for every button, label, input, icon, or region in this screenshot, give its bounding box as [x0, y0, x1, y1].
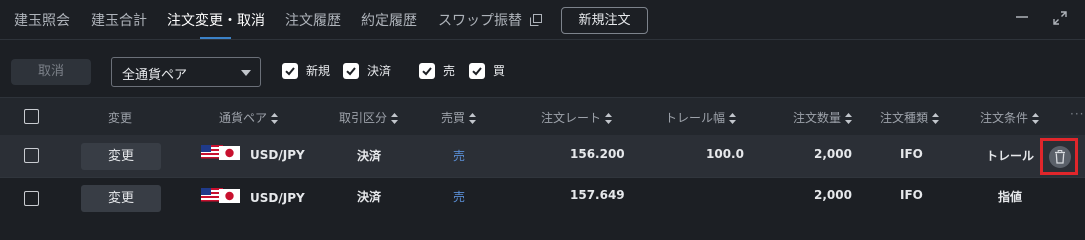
condition-cell: トレール	[986, 149, 1035, 163]
column-header-side[interactable]: 売買	[441, 109, 477, 126]
side-cell: 売	[453, 190, 466, 204]
table-row[interactable]: 変更 USD/JPY 決済 売 157.649 2,000 IFO 指値	[0, 177, 1085, 220]
currency-pair-select[interactable]: 全通貨ペア	[111, 57, 261, 87]
filter-label: 新規	[306, 64, 331, 78]
pair-cell: USD/JPY	[250, 148, 305, 162]
sort-icon	[391, 113, 399, 124]
delete-highlight	[1040, 138, 1078, 175]
usd-jpy-flag-icon	[201, 145, 240, 160]
quantity-cell: 2,000	[814, 147, 852, 161]
active-tab-indicator	[200, 37, 231, 39]
trade-type-cell: 決済	[357, 190, 382, 204]
sort-icon	[1032, 113, 1040, 124]
rate-cell: 157.649	[570, 188, 625, 202]
trash-icon	[1055, 150, 1065, 164]
select-all-checkbox[interactable]	[24, 109, 39, 124]
edit-button[interactable]: 変更	[81, 143, 161, 170]
popout-icon[interactable]	[530, 14, 542, 26]
rate-cell: 156.200	[570, 147, 625, 161]
column-header-condition[interactable]: 注文条件	[980, 109, 1040, 126]
sort-icon	[729, 113, 737, 124]
checkbox-checked-icon[interactable]	[282, 63, 298, 79]
more-columns-icon[interactable]: ···	[1070, 107, 1084, 121]
currency-pair-select-value: 全通貨ペア	[122, 68, 188, 83]
column-header-label: 通貨ペア	[219, 111, 268, 125]
tab-order-modify-cancel[interactable]: 注文変更・取消	[167, 10, 265, 30]
pair-cell: USD/JPY	[250, 191, 305, 205]
sort-icon	[932, 113, 940, 124]
trade-type-cell: 決済	[357, 149, 382, 163]
minimize-icon[interactable]	[1015, 10, 1029, 24]
column-header-rate[interactable]: 注文レート	[541, 109, 613, 126]
filter-label: 買	[493, 64, 506, 78]
column-header-edit: 変更	[108, 111, 133, 125]
column-header-label: 注文条件	[980, 111, 1029, 125]
condition-cell: 指値	[998, 190, 1023, 204]
column-header-label: 取引区分	[339, 111, 388, 125]
column-header-label: 注文種類	[880, 111, 929, 125]
cancel-button[interactable]: 取消	[11, 59, 91, 85]
filter-label: 決済	[367, 64, 392, 78]
filter-label: 売	[443, 64, 456, 78]
row-checkbox[interactable]	[24, 148, 39, 163]
expand-icon[interactable]	[1052, 10, 1068, 26]
tab-position-summary[interactable]: 建玉合計	[91, 10, 147, 30]
side-cell: 売	[453, 149, 466, 163]
tab-position-inquiry[interactable]: 建玉照会	[14, 10, 70, 30]
sort-icon	[271, 113, 279, 124]
edit-button[interactable]: 変更	[81, 185, 161, 212]
delete-button[interactable]	[1049, 146, 1071, 168]
tab-order-history[interactable]: 注文履歴	[285, 10, 341, 30]
column-header-label: 注文数量	[793, 111, 842, 125]
column-header-label: 注文レート	[541, 111, 602, 125]
table-row[interactable]: 変更 USD/JPY 決済 売 156.200 100.0 2,000 IFO …	[0, 135, 1085, 177]
column-header-trail[interactable]: トレール幅	[665, 109, 737, 126]
checkbox-checked-icon[interactable]	[419, 63, 435, 79]
column-header-quantity[interactable]: 注文数量	[793, 109, 853, 126]
caret-down-icon	[241, 70, 251, 76]
order-type-cell: IFO	[900, 188, 923, 202]
new-order-button[interactable]: 新規注文	[561, 7, 648, 34]
column-header-label: トレール幅	[665, 111, 726, 125]
tab-bar: 建玉照会 建玉合計 注文変更・取消 注文履歴 約定履歴 スワップ振替 新規注文	[0, 0, 1085, 40]
checkbox-checked-icon[interactable]	[469, 63, 485, 79]
quantity-cell: 2,000	[814, 188, 852, 202]
sort-icon	[845, 113, 853, 124]
tab-execution-history[interactable]: 約定履歴	[361, 10, 417, 30]
column-header-order-type[interactable]: 注文種類	[880, 109, 940, 126]
row-checkbox[interactable]	[24, 191, 39, 206]
usd-jpy-flag-icon	[201, 188, 240, 203]
column-header-trade-type[interactable]: 取引区分	[339, 109, 399, 126]
order-type-cell: IFO	[900, 147, 923, 161]
sort-icon	[469, 113, 477, 124]
trail-cell: 100.0	[706, 147, 744, 161]
tab-swap-transfer[interactable]: スワップ振替	[438, 10, 522, 30]
table-header: 変更 通貨ペア 取引区分 売買 注文レート トレール幅 注文数量 注文種類 注文…	[0, 97, 1085, 135]
sort-icon	[605, 113, 613, 124]
column-header-pair[interactable]: 通貨ペア	[219, 109, 279, 126]
column-header-label: 売買	[441, 111, 466, 125]
checkbox-checked-icon[interactable]	[343, 63, 359, 79]
